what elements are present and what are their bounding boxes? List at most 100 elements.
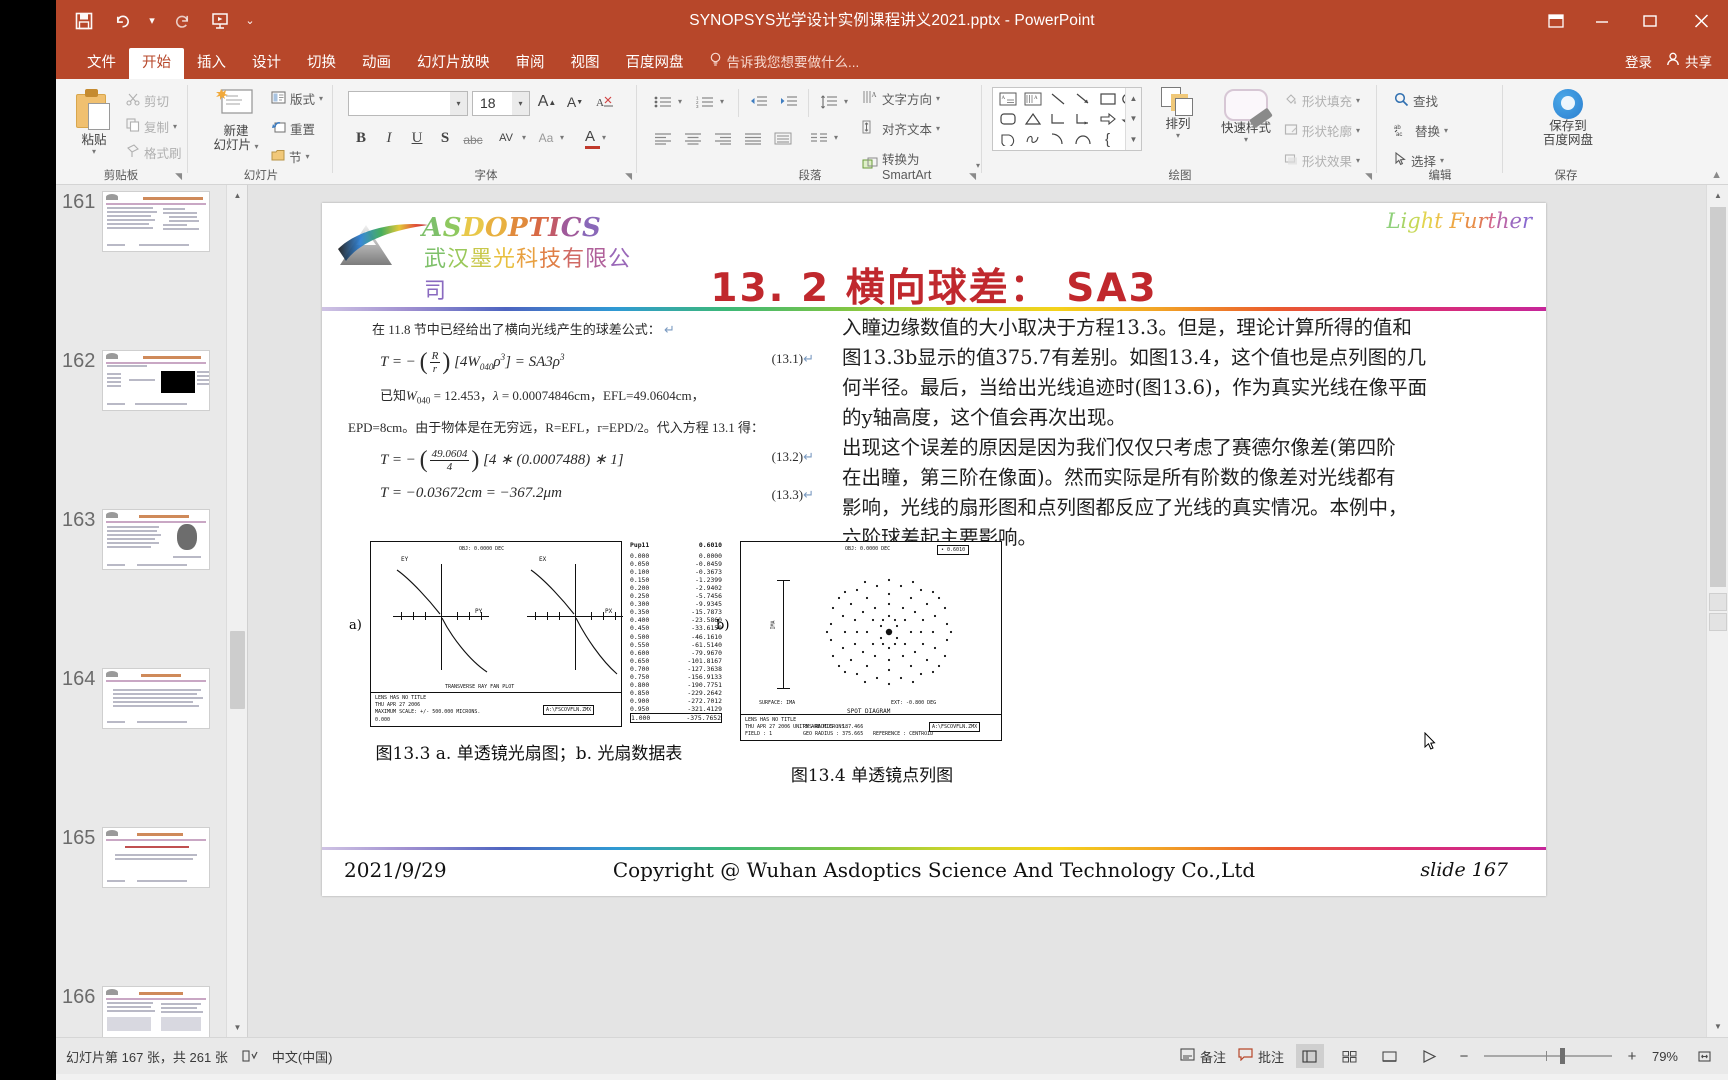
copy-dropdown-icon[interactable]: ▾ — [173, 122, 177, 131]
quick-styles-dropdown-icon[interactable]: ▾ — [1244, 135, 1248, 144]
shape-outline-button[interactable]: 形状轮廓 ▾ — [1284, 121, 1360, 140]
tab-view[interactable]: 视图 — [558, 48, 613, 79]
shape-curve-icon[interactable] — [1070, 129, 1095, 149]
character-spacing-dropdown-icon[interactable]: ▾ — [522, 133, 526, 142]
tab-slideshow[interactable]: 幻灯片放映 — [404, 48, 503, 79]
next-slide-button[interactable] — [1709, 613, 1727, 631]
shape-rounded-rect-icon[interactable] — [995, 109, 1020, 129]
shape-freeform-icon[interactable] — [1020, 129, 1045, 149]
thumb-slide-162[interactable] — [102, 350, 210, 411]
tab-file[interactable]: 文件 — [74, 48, 129, 79]
tab-baidu-netdisk[interactable]: 百度网盘 — [613, 48, 697, 79]
zoom-in-button[interactable]: + — [1624, 1048, 1640, 1065]
format-painter-button[interactable]: 格式刷 — [126, 143, 182, 162]
list-item[interactable]: 165 — [56, 821, 247, 901]
columns-button[interactable] — [806, 127, 832, 149]
collapse-ribbon-icon[interactable]: ▲ — [1711, 169, 1722, 181]
section-dropdown-icon[interactable]: ▾ — [306, 152, 310, 161]
comments-button[interactable]: 批注 — [1238, 1047, 1284, 1066]
reset-button[interactable]: 重置 — [271, 119, 315, 138]
list-item[interactable]: 161 — [56, 185, 247, 265]
font-name-dropdown-icon[interactable]: ▾ — [450, 92, 467, 115]
figure-spot-diagram[interactable]: OBJ: 0.0000 DEC • 0.6010 IMA SURFACE: IM… — [740, 541, 1002, 741]
paragraph-dialog-launcher[interactable]: ◥ — [969, 171, 976, 182]
section-button[interactable]: 节 ▾ — [271, 147, 310, 166]
increase-font-size-button[interactable]: A ▲ — [536, 91, 558, 113]
replace-button[interactable]: ab ac 替换 ▾ — [1394, 121, 1448, 140]
decrease-indent-button[interactable] — [746, 91, 772, 113]
minimize-button[interactable] — [1578, 0, 1626, 42]
thumb-scrollbar-handle[interactable] — [230, 631, 245, 709]
list-item[interactable]: 163 — [56, 503, 247, 583]
font-color-dropdown-icon[interactable]: ▾ — [602, 133, 606, 142]
font-size-combo[interactable]: 18 ▾ — [472, 91, 530, 116]
shape-arc-icon[interactable] — [1045, 129, 1070, 149]
shapes-scroll-up-icon[interactable]: ▲ — [1126, 88, 1141, 109]
justify-button[interactable] — [740, 127, 766, 149]
layout-dropdown-icon[interactable]: ▾ — [319, 94, 323, 103]
shape-fill-dropdown-icon[interactable]: ▾ — [1356, 96, 1360, 105]
decrease-font-size-button[interactable]: A ▼ — [564, 91, 586, 113]
find-button[interactable]: 查找 — [1394, 91, 1438, 110]
character-spacing-button[interactable]: AV — [491, 127, 521, 149]
spellcheck-icon[interactable] — [242, 1049, 258, 1063]
shape-vertical-textbox-icon[interactable]: A — [1020, 89, 1045, 109]
thumbnail-scrollbar[interactable]: ▲ ▼ — [226, 185, 247, 1037]
tab-transitions[interactable]: 切换 — [294, 48, 349, 79]
new-slide-button[interactable]: 新建 幻灯片 ▾ — [205, 87, 267, 154]
save-to-baidu-button[interactable]: 保存到 百度网盘 — [1538, 89, 1598, 147]
quick-styles-button[interactable]: 快速样式 ▾ — [1214, 89, 1278, 144]
bullets-dropdown-icon[interactable]: ▾ — [678, 97, 682, 106]
align-center-button[interactable] — [680, 127, 706, 149]
italic-button[interactable]: I — [378, 127, 400, 149]
tab-insert[interactable]: 插入 — [184, 48, 239, 79]
clipboard-dialog-launcher[interactable]: ◥ — [175, 171, 182, 182]
shape-fill-button[interactable]: 形状填充 ▾ — [1284, 91, 1360, 110]
slide-canvas[interactable]: ASDOPTICS 武汉墨光科技有限公司 Light Further 13. 2… — [248, 185, 1706, 1037]
figure-ray-fan-plot[interactable]: OBJ: 0.0000 DEC EY EX PY PX TRANSVERSE R… — [370, 541, 623, 727]
canvas-scrollbar[interactable]: ▲ ▼ — [1706, 185, 1728, 1037]
notes-button[interactable]: 备注 — [1180, 1047, 1226, 1066]
clear-formatting-icon[interactable]: A — [594, 91, 616, 113]
drawing-dialog-launcher[interactable]: ◥ — [1365, 171, 1372, 182]
arrange-dropdown-icon[interactable]: ▾ — [1176, 131, 1180, 140]
replace-dropdown-icon[interactable]: ▾ — [1444, 126, 1448, 135]
zoom-out-button[interactable]: − — [1456, 1048, 1472, 1065]
shape-triangle-icon[interactable] — [1020, 109, 1045, 129]
bold-button[interactable]: B — [350, 127, 372, 149]
shape-textbox-icon[interactable]: A — [995, 89, 1020, 109]
shape-effects-dropdown-icon[interactable]: ▾ — [1356, 156, 1360, 165]
line-spacing-dropdown-icon[interactable]: ▾ — [844, 97, 848, 106]
slide-sorter-view-button[interactable] — [1336, 1044, 1364, 1068]
line-spacing-button[interactable] — [816, 91, 842, 113]
thumb-slide-165[interactable] — [102, 827, 210, 888]
thumb-slide-164[interactable] — [102, 668, 210, 729]
shape-arrow-icon[interactable] — [1070, 89, 1095, 109]
tab-review[interactable]: 审阅 — [503, 48, 558, 79]
font-size-dropdown-icon[interactable]: ▾ — [512, 92, 529, 115]
font-name-combo[interactable]: ▾ — [348, 91, 468, 116]
align-left-button[interactable] — [650, 127, 676, 149]
shapes-gallery-scrollbar[interactable]: ▲ ▼ ▼ — [1125, 88, 1141, 150]
list-item[interactable]: 164 — [56, 662, 247, 742]
strikethrough-button[interactable]: abc — [462, 129, 484, 151]
shapes-scroll-down-icon[interactable]: ▼ — [1126, 109, 1141, 130]
shape-elbow-connector-icon[interactable] — [1045, 109, 1070, 129]
arrange-button[interactable]: 排列 ▾ — [1150, 87, 1206, 140]
thumb-scroll-down-icon[interactable]: ▼ — [227, 1017, 247, 1037]
slideshow-view-button[interactable] — [1416, 1044, 1444, 1068]
paste-button[interactable]: 粘贴 ▾ — [66, 89, 122, 156]
zoom-slider-handle[interactable] — [1559, 1048, 1565, 1064]
normal-view-button[interactable] — [1295, 1044, 1324, 1068]
shapes-more-icon[interactable]: ▼ — [1126, 129, 1141, 150]
shapes-gallery[interactable]: A A {▲ ▼ ▼ — [992, 87, 1142, 151]
cut-button[interactable]: 剪切 — [126, 91, 169, 110]
ribbon-display-options-icon[interactable] — [1534, 0, 1578, 42]
layout-button[interactable]: 版式 ▾ — [271, 89, 323, 108]
bullets-button[interactable] — [650, 91, 676, 113]
tell-me-search[interactable]: 告诉我您想要做什么... — [697, 42, 859, 79]
font-color-button[interactable]: A — [579, 125, 601, 149]
align-right-button[interactable] — [710, 127, 736, 149]
tab-home[interactable]: 开始 — [129, 48, 184, 79]
change-case-dropdown-icon[interactable]: ▾ — [560, 133, 564, 142]
